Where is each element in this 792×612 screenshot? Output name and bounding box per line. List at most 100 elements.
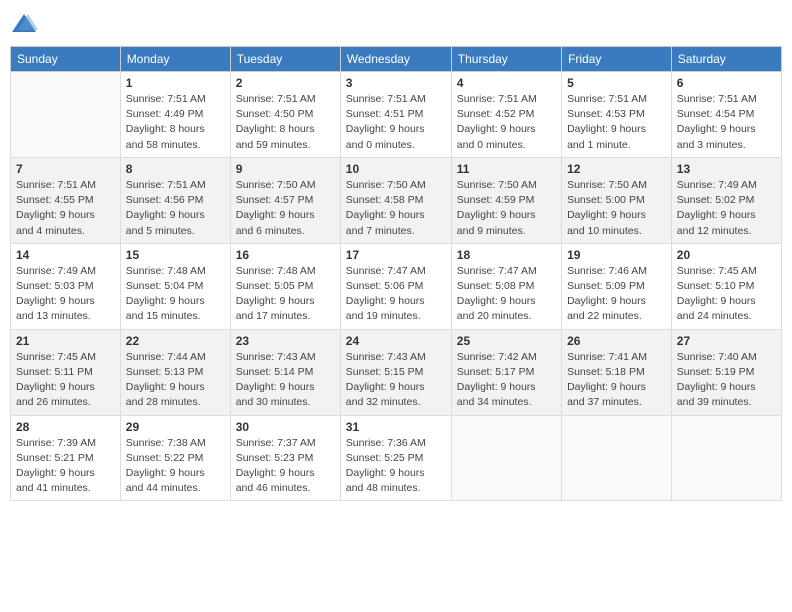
day-detail: Sunrise: 7:45 AMSunset: 5:10 PMDaylight:… [677,264,776,325]
calendar-cell: 16 Sunrise: 7:48 AMSunset: 5:05 PMDayligh… [230,243,340,329]
day-number: 1 [126,76,225,90]
calendar-cell [671,415,781,501]
calendar-cell: 4 Sunrise: 7:51 AMSunset: 4:52 PMDaylight… [451,72,561,158]
calendar-cell [451,415,561,501]
day-number: 9 [236,162,335,176]
day-detail: Sunrise: 7:48 AMSunset: 5:05 PMDaylight:… [236,264,335,325]
calendar-cell: 1 Sunrise: 7:51 AMSunset: 4:49 PMDaylight… [120,72,230,158]
header-thursday: Thursday [451,47,561,72]
day-detail: Sunrise: 7:51 AMSunset: 4:56 PMDaylight:… [126,178,225,239]
day-number: 3 [346,76,446,90]
calendar-cell: 10 Sunrise: 7:50 AMSunset: 4:58 PMDayligh… [340,157,451,243]
calendar-header-row: SundayMondayTuesdayWednesdayThursdayFrid… [11,47,782,72]
day-detail: Sunrise: 7:38 AMSunset: 5:22 PMDaylight:… [126,436,225,497]
day-number: 10 [346,162,446,176]
calendar-cell: 25 Sunrise: 7:42 AMSunset: 5:17 PMDayligh… [451,329,561,415]
header-monday: Monday [120,47,230,72]
header-saturday: Saturday [671,47,781,72]
calendar-cell: 28 Sunrise: 7:39 AMSunset: 5:21 PMDayligh… [11,415,121,501]
day-number: 2 [236,76,335,90]
day-number: 30 [236,420,335,434]
calendar-table: SundayMondayTuesdayWednesdayThursdayFrid… [10,46,782,501]
header-wednesday: Wednesday [340,47,451,72]
day-number: 16 [236,248,335,262]
day-number: 25 [457,334,556,348]
day-number: 12 [567,162,666,176]
day-detail: Sunrise: 7:43 AMSunset: 5:14 PMDaylight:… [236,350,335,411]
day-number: 14 [16,248,115,262]
calendar-cell: 18 Sunrise: 7:47 AMSunset: 5:08 PMDayligh… [451,243,561,329]
day-detail: Sunrise: 7:50 AMSunset: 4:58 PMDaylight:… [346,178,446,239]
day-detail: Sunrise: 7:36 AMSunset: 5:25 PMDaylight:… [346,436,446,497]
calendar-cell: 14 Sunrise: 7:49 AMSunset: 5:03 PMDayligh… [11,243,121,329]
logo-icon [10,10,38,38]
day-number: 6 [677,76,776,90]
day-detail: Sunrise: 7:42 AMSunset: 5:17 PMDaylight:… [457,350,556,411]
day-detail: Sunrise: 7:50 AMSunset: 4:57 PMDaylight:… [236,178,335,239]
day-number: 22 [126,334,225,348]
calendar-cell: 2 Sunrise: 7:51 AMSunset: 4:50 PMDaylight… [230,72,340,158]
calendar-body: 1 Sunrise: 7:51 AMSunset: 4:49 PMDaylight… [11,72,782,501]
calendar-cell: 9 Sunrise: 7:50 AMSunset: 4:57 PMDaylight… [230,157,340,243]
day-detail: Sunrise: 7:48 AMSunset: 5:04 PMDaylight:… [126,264,225,325]
day-number: 15 [126,248,225,262]
day-number: 19 [567,248,666,262]
calendar-cell: 26Sunrise: 7:41 AMSunset: 5:18 PMDayligh… [562,329,672,415]
day-detail: Sunrise: 7:51 AMSunset: 4:53 PMDaylight:… [567,92,666,153]
day-detail: Sunrise: 7:37 AMSunset: 5:23 PMDaylight:… [236,436,335,497]
calendar-cell: 12 Sunrise: 7:50 AMSunset: 5:00 PMDayligh… [562,157,672,243]
calendar-cell: 19 Sunrise: 7:46 AMSunset: 5:09 PMDayligh… [562,243,672,329]
day-number: 24 [346,334,446,348]
header-sunday: Sunday [11,47,121,72]
calendar-cell: 15 Sunrise: 7:48 AMSunset: 5:04 PMDayligh… [120,243,230,329]
calendar-cell: 30 Sunrise: 7:37 AMSunset: 5:23 PMDayligh… [230,415,340,501]
day-number: 28 [16,420,115,434]
calendar-week-1: 1 Sunrise: 7:51 AMSunset: 4:49 PMDaylight… [11,72,782,158]
day-number: 4 [457,76,556,90]
calendar-cell: 31 Sunrise: 7:36 AMSunset: 5:25 PMDayligh… [340,415,451,501]
day-number: 5 [567,76,666,90]
day-detail: Sunrise: 7:49 AMSunset: 5:02 PMDaylight:… [677,178,776,239]
day-detail: Sunrise: 7:39 AMSunset: 5:21 PMDaylight:… [16,436,115,497]
calendar-cell: 13 Sunrise: 7:49 AMSunset: 5:02 PMDayligh… [671,157,781,243]
calendar-cell: 24 Sunrise: 7:43 AMSunset: 5:15 PMDayligh… [340,329,451,415]
calendar-cell [11,72,121,158]
day-detail: Sunrise: 7:49 AMSunset: 5:03 PMDaylight:… [16,264,115,325]
calendar-week-3: 14 Sunrise: 7:49 AMSunset: 5:03 PMDayligh… [11,243,782,329]
day-detail: Sunrise: 7:50 AMSunset: 5:00 PMDaylight:… [567,178,666,239]
day-detail: Sunrise: 7:51 AMSunset: 4:52 PMDaylight:… [457,92,556,153]
day-number: 20 [677,248,776,262]
calendar-cell: 11Sunrise: 7:50 AMSunset: 4:59 PMDayligh… [451,157,561,243]
day-detail: Sunrise: 7:51 AMSunset: 4:54 PMDaylight:… [677,92,776,153]
calendar-cell: 23Sunrise: 7:43 AMSunset: 5:14 PMDayligh… [230,329,340,415]
calendar-cell: 7Sunrise: 7:51 AMSunset: 4:55 PMDaylight… [11,157,121,243]
day-number: 17 [346,248,446,262]
day-number: 8 [126,162,225,176]
day-number: 18 [457,248,556,262]
day-detail: Sunrise: 7:47 AMSunset: 5:06 PMDaylight:… [346,264,446,325]
day-detail: Sunrise: 7:47 AMSunset: 5:08 PMDaylight:… [457,264,556,325]
day-number: 7 [16,162,115,176]
day-detail: Sunrise: 7:51 AMSunset: 4:50 PMDaylight:… [236,92,335,153]
day-detail: Sunrise: 7:45 AMSunset: 5:11 PMDaylight:… [16,350,115,411]
day-detail: Sunrise: 7:51 AMSunset: 4:49 PMDaylight:… [126,92,225,153]
calendar-cell: 3 Sunrise: 7:51 AMSunset: 4:51 PMDaylight… [340,72,451,158]
logo [10,10,40,38]
calendar-cell [562,415,672,501]
calendar-cell: 20 Sunrise: 7:45 AMSunset: 5:10 PMDayligh… [671,243,781,329]
day-detail: Sunrise: 7:46 AMSunset: 5:09 PMDaylight:… [567,264,666,325]
calendar-week-2: 7Sunrise: 7:51 AMSunset: 4:55 PMDaylight… [11,157,782,243]
day-detail: Sunrise: 7:44 AMSunset: 5:13 PMDaylight:… [126,350,225,411]
day-number: 31 [346,420,446,434]
day-detail: Sunrise: 7:50 AMSunset: 4:59 PMDaylight:… [457,178,556,239]
header-friday: Friday [562,47,672,72]
day-detail: Sunrise: 7:43 AMSunset: 5:15 PMDaylight:… [346,350,446,411]
calendar-week-5: 28 Sunrise: 7:39 AMSunset: 5:21 PMDayligh… [11,415,782,501]
calendar-cell: 27Sunrise: 7:40 AMSunset: 5:19 PMDayligh… [671,329,781,415]
calendar-cell: 5 Sunrise: 7:51 AMSunset: 4:53 PMDaylight… [562,72,672,158]
calendar-cell: 6 Sunrise: 7:51 AMSunset: 4:54 PMDaylight… [671,72,781,158]
day-number: 26 [567,334,666,348]
day-detail: Sunrise: 7:51 AMSunset: 4:51 PMDaylight:… [346,92,446,153]
day-number: 29 [126,420,225,434]
day-number: 13 [677,162,776,176]
